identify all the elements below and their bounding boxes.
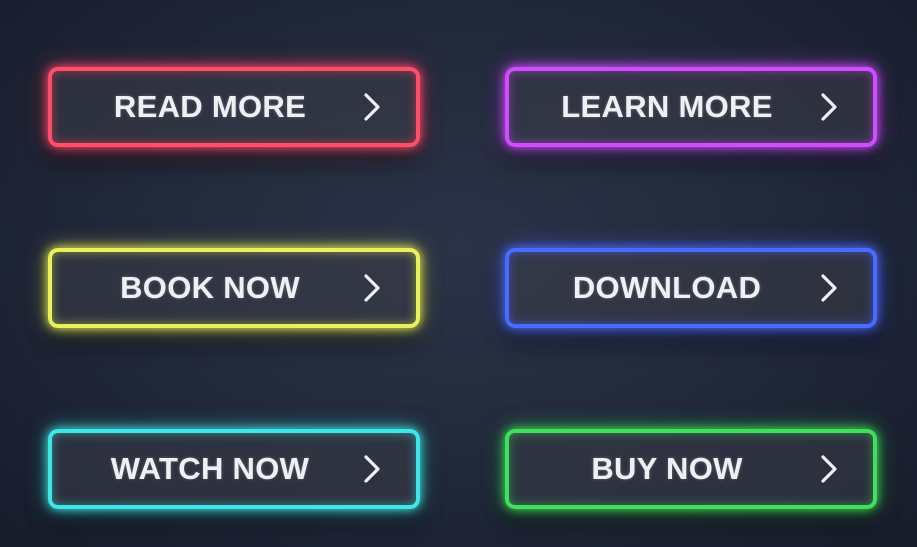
chevron-right-icon <box>358 453 386 485</box>
chevron-right-icon <box>358 91 386 123</box>
chevron-right-icon <box>815 91 843 123</box>
chevron-right-icon <box>358 272 386 304</box>
watch-now-label: WATCH NOW <box>110 451 310 486</box>
chevron-right-icon <box>815 272 843 304</box>
read-more-button[interactable]: READ MORE <box>48 67 420 147</box>
buy-now-button[interactable]: BUY NOW <box>505 429 877 509</box>
buy-now-label: BUY NOW <box>591 451 743 486</box>
download-button[interactable]: DOWNLOAD <box>505 248 877 328</box>
book-now-button[interactable]: BOOK NOW <box>48 248 420 328</box>
book-now-label: BOOK NOW <box>120 270 300 305</box>
learn-more-button[interactable]: LEARN MORE <box>505 67 877 147</box>
learn-more-label: LEARN MORE <box>561 89 773 124</box>
chevron-right-icon <box>815 453 843 485</box>
download-label: DOWNLOAD <box>572 270 762 305</box>
watch-now-button[interactable]: WATCH NOW <box>48 429 420 509</box>
read-more-label: READ MORE <box>113 89 307 124</box>
